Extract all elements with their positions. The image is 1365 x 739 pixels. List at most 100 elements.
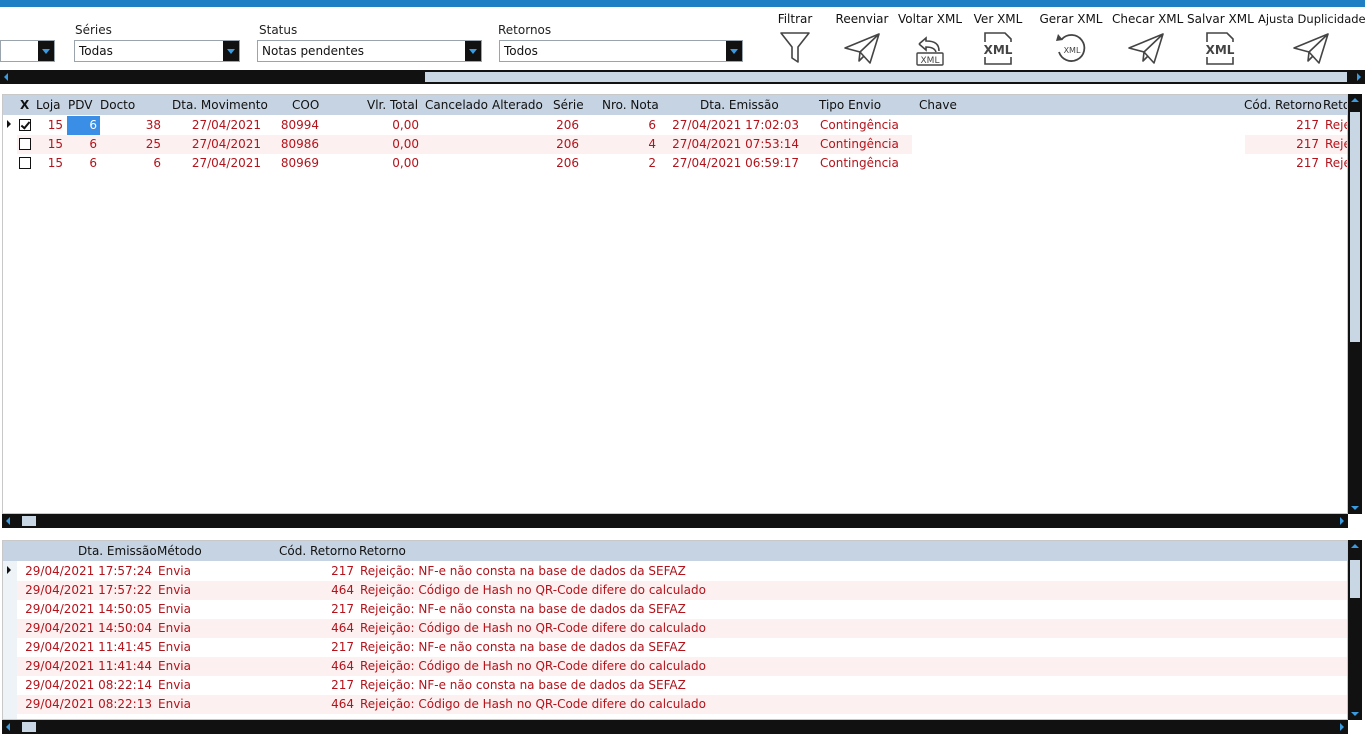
header-serie[interactable]: Série [553, 98, 584, 112]
header-docto[interactable]: Docto [100, 98, 135, 112]
header-chave[interactable]: Chave [919, 98, 957, 112]
table-row[interactable]: 15 6 6 27/04/2021 80969 0,00 206 2 27/04… [3, 154, 1347, 173]
notes-horizontal-scrollbar[interactable] [2, 514, 1348, 528]
scroll-left-icon[interactable] [4, 73, 8, 81]
filtrar-button[interactable]: Filtrar [772, 12, 818, 66]
notes-grid: X Loja PDV Docto Dta. Movimento COO Vlr.… [2, 94, 1348, 514]
cell-docto: 25 [145, 137, 161, 151]
header-dta-emissao[interactable]: Dta. Emissão [78, 544, 157, 558]
cell-pdv: 6 [89, 137, 97, 151]
salvar-xml-button[interactable]: Salvar XML XML [1187, 12, 1254, 66]
first-filter-combo[interactable] [0, 40, 55, 62]
scroll-down-icon[interactable] [1351, 712, 1359, 716]
header-loja[interactable]: Loja [36, 98, 61, 112]
cell-dta-emissao: 29/04/2021 14:50:05 [25, 602, 152, 616]
cell-retorno: Rejeição: NF-e não consta na base de dad… [360, 564, 686, 578]
xml-file-icon: XML [1206, 32, 1235, 65]
notes-vertical-scrollbar[interactable] [1348, 94, 1362, 514]
cell-pdv: 6 [89, 118, 97, 132]
cell-serie: 206 [556, 137, 579, 151]
chevron-down-icon[interactable] [726, 41, 742, 61]
row-checkbox[interactable] [19, 157, 31, 169]
cell-dta-emissao: 27/04/2021 17:02:03 [672, 118, 799, 132]
cell-vlr-total: 0,00 [392, 118, 419, 132]
chevron-down-icon[interactable] [465, 41, 481, 61]
scrollbar-thumb[interactable] [1350, 560, 1360, 598]
scroll-right-icon[interactable] [1340, 723, 1344, 731]
table-row[interactable]: 15 6 38 27/04/2021 80994 0,00 206 6 27/0… [3, 116, 1347, 135]
gerar-xml-button[interactable]: Gerar XML XML [1038, 12, 1104, 66]
scroll-right-icon[interactable] [1357, 73, 1361, 81]
ajusta-duplicidade-label: Ajusta Duplicidade [1258, 12, 1365, 26]
retornos-label: Retornos [498, 23, 552, 37]
cell-loja: 15 [47, 118, 63, 132]
list-item[interactable]: 29/04/2021 08:22:13 Envia 464 Rejeição: … [17, 695, 1347, 714]
table-row[interactable]: 15 6 25 27/04/2021 80986 0,00 206 4 27/0… [3, 135, 1347, 154]
scroll-right-icon[interactable] [1340, 517, 1344, 525]
list-item[interactable]: 29/04/2021 11:41:45 Envia 217 Rejeição: … [17, 638, 1347, 657]
list-item[interactable]: 29/04/2021 17:57:22 Envia 464 Rejeição: … [17, 581, 1347, 600]
cell-retorno: Reje [1325, 118, 1347, 132]
chevron-down-icon[interactable] [223, 41, 239, 61]
header-pdv[interactable]: PDV [68, 98, 92, 112]
header-coo[interactable]: COO [292, 98, 319, 112]
reenviar-button[interactable]: Reenviar [834, 12, 890, 66]
scroll-down-icon[interactable] [1351, 506, 1359, 510]
cell-tipo-envio: Contingência [820, 156, 899, 170]
cell-vlr-total: 0,00 [392, 137, 419, 151]
cell-pdv: 6 [89, 156, 97, 170]
chevron-down-icon[interactable] [38, 41, 54, 61]
header-x[interactable]: X [20, 98, 29, 112]
header-vlr-total[interactable]: Vlr. Total [367, 98, 418, 112]
scroll-up-icon[interactable] [1351, 98, 1359, 102]
header-metodo[interactable]: Método [157, 544, 202, 558]
cell-pdv-selected[interactable]: 6 [67, 116, 100, 135]
header-dta-emissao[interactable]: Dta. Emissão [700, 98, 779, 112]
list-item[interactable]: 29/04/2021 14:50:04 Envia 464 Rejeição: … [17, 619, 1347, 638]
series-combo[interactable]: Todas [74, 40, 240, 62]
ver-xml-button[interactable]: Ver XML XML [970, 12, 1026, 66]
status-combo[interactable]: Notas pendentes [257, 40, 482, 62]
cell-metodo: Envia [158, 659, 191, 673]
header-dta-movimento[interactable]: Dta. Movimento [172, 98, 268, 112]
cell-retorno: Reje [1325, 137, 1347, 151]
cell-metodo: Envia [158, 564, 191, 578]
status-value: Notas pendentes [262, 44, 364, 58]
scrollbar-thumb[interactable] [22, 516, 36, 526]
cell-dta-emissao: 29/04/2021 08:22:13 [25, 697, 152, 711]
header-cancelado[interactable]: Cancelado [425, 98, 488, 112]
list-item[interactable]: 29/04/2021 17:57:24 Envia 217 Rejeição: … [3, 562, 1347, 581]
header-cod-retorno[interactable]: Cód. Retorno [1244, 98, 1322, 112]
row-checkbox[interactable] [19, 119, 31, 131]
scroll-left-icon[interactable] [6, 517, 10, 525]
header-cod-retorno[interactable]: Cód. Retorno [279, 544, 357, 558]
cell-retorno: Rejeição: NF-e não consta na base de dad… [360, 640, 686, 654]
header-alterado[interactable]: Alterado [492, 98, 543, 112]
scrollbar-thumb[interactable] [22, 722, 36, 732]
header-nro-nota[interactable]: Nro. Nota [602, 98, 659, 112]
scrollbar-thumb[interactable] [425, 72, 1347, 82]
scroll-left-icon[interactable] [6, 723, 10, 731]
ajusta-duplicidade-button[interactable]: Ajusta Duplicidade [1258, 12, 1365, 66]
row-checkbox[interactable] [19, 138, 31, 150]
list-item[interactable]: 29/04/2021 11:41:44 Envia 464 Rejeição: … [17, 657, 1347, 676]
scroll-up-icon[interactable] [1351, 544, 1359, 548]
salvar-xml-label: Salvar XML [1187, 12, 1254, 26]
list-item[interactable]: 29/04/2021 08:22:14 Envia 217 Rejeição: … [17, 676, 1347, 695]
history-vertical-scrollbar[interactable] [1348, 540, 1362, 720]
header-retorno[interactable]: Reto [1323, 98, 1347, 112]
cell-dta-emissao: 29/04/2021 11:41:45 [25, 640, 152, 654]
cell-dta-emissao: 29/04/2021 08:22:14 [25, 678, 152, 692]
checar-xml-button[interactable]: Checar XML [1112, 12, 1183, 66]
header-retorno[interactable]: Retorno [359, 544, 406, 558]
header-tipo-envio[interactable]: Tipo Envio [819, 98, 881, 112]
voltar-xml-button[interactable]: Voltar XML XML [897, 12, 963, 66]
toolbar-horizontal-scrollbar[interactable] [0, 70, 1365, 84]
retornos-combo[interactable]: Todos [499, 40, 743, 62]
cell-nro-nota: 4 [648, 137, 656, 151]
history-horizontal-scrollbar[interactable] [2, 720, 1348, 734]
cell-cod-retorno: 217 [331, 564, 354, 578]
paper-plane-icon [844, 33, 880, 64]
scrollbar-thumb[interactable] [1350, 112, 1360, 342]
list-item[interactable]: 29/04/2021 14:50:05 Envia 217 Rejeição: … [17, 600, 1347, 619]
